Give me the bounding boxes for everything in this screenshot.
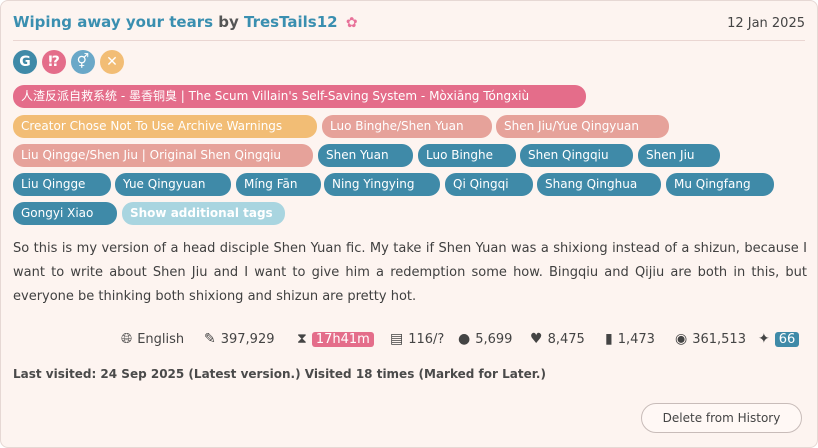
stat-comments: ● 5,699 [458,328,512,350]
last-visited-info: Last visited: 24 Sep 2025 (Latest versio… [13,367,546,381]
language-value: English [137,332,185,347]
character-tag[interactable]: Luo Binghe [418,144,516,167]
fandom-tag[interactable]: 人渣反派自救系统 - 墨香铜臭 | The Scum Villain's Sel… [13,85,586,108]
comments-value: 5,699 [475,332,513,347]
hits-value: 361,513 [692,332,746,347]
comment-icon: ● [458,331,471,347]
hourglass-icon: ⧗ [297,331,307,347]
chapters-value: 116/? [408,332,445,347]
category-multi-icon[interactable]: ⚥ [71,50,95,74]
work-title-link[interactable]: Wiping away your tears [13,13,213,31]
stat-reading-time: ⧗ 17h41m [297,328,374,350]
stat-hits: ◉ 361,513 [675,328,746,350]
work-summary: So this is my version of a head disciple… [13,241,807,304]
rating-general-icon[interactable]: G [13,50,37,74]
stat-kudos: ♥ 8,475 [530,328,585,350]
stat-extra: ✦ 66 [758,328,800,350]
show-additional-tags-button[interactable]: Show additional tags [122,202,285,225]
extra-value: 66 [774,332,800,347]
character-tag[interactable]: Shen Yuan [318,144,413,167]
stat-language: 🌐︎ English [121,328,184,350]
work-card: Wiping away your tears by TresTails12 ✿ … [0,0,818,448]
sparkle-icon: ✦ [758,331,770,347]
flower-icon: ✿ [345,15,358,31]
warning-tag[interactable]: Creator Chose Not To Use Archive Warning… [13,115,317,138]
relationship-tag[interactable]: Shen Jiu/Yue Qingyuan [496,115,669,138]
document-icon: ▤ [390,331,404,347]
character-tag[interactable]: Míng Fān [236,173,321,196]
kudos-value: 8,475 [547,332,585,347]
pen-icon: ✎ [204,331,216,347]
complete-status-icon[interactable]: ✕ [100,50,124,74]
character-tag[interactable]: Gongyi Xiao [13,202,117,225]
character-tag[interactable]: Shen Qingqiu [520,144,633,167]
bookmark-icon: ▮ [605,331,613,347]
character-tag[interactable]: Mu Qingfang [666,173,774,196]
stat-words: ✎ 397,929 [204,328,275,350]
work-header: Wiping away your tears by TresTails12 ✿ … [13,12,805,36]
bookmarks-value: 1,473 [617,332,655,347]
author-link[interactable]: TresTails12 [244,13,338,31]
header-divider [13,40,805,41]
heart-icon: ♥ [530,331,543,347]
words-value: 397,929 [220,332,275,347]
relationship-tag[interactable]: Luo Binghe/Shen Yuan [322,115,492,138]
work-heading: Wiping away your tears by TresTails12 ✿ [13,13,358,31]
warning-icon[interactable]: ⁉ [42,50,66,74]
character-tag[interactable]: Liu Qingge [13,173,111,196]
relationship-tag[interactable]: Liu Qingge/Shen Jiu | Original Shen Qing… [13,144,313,167]
stat-bookmarks: ▮ 1,473 [605,328,655,350]
reading-time-value: 17h41m [311,332,374,347]
published-date: 12 Jan 2025 [727,16,805,31]
character-tag[interactable]: Qi Qingqi [445,173,533,196]
eye-icon: ◉ [675,331,688,347]
character-tag[interactable]: Yue Qingyuan [115,173,231,196]
character-tag[interactable]: Ning Yingying [324,173,440,196]
by-label: by [218,13,239,31]
globe-icon: 🌐︎ [121,331,133,347]
character-tag[interactable]: Shang Qinghua [537,173,661,196]
delete-from-history-button[interactable]: Delete from History [641,403,802,433]
stat-chapters: ▤ 116/? [390,328,444,350]
character-tag[interactable]: Shen Jiu [638,144,720,167]
